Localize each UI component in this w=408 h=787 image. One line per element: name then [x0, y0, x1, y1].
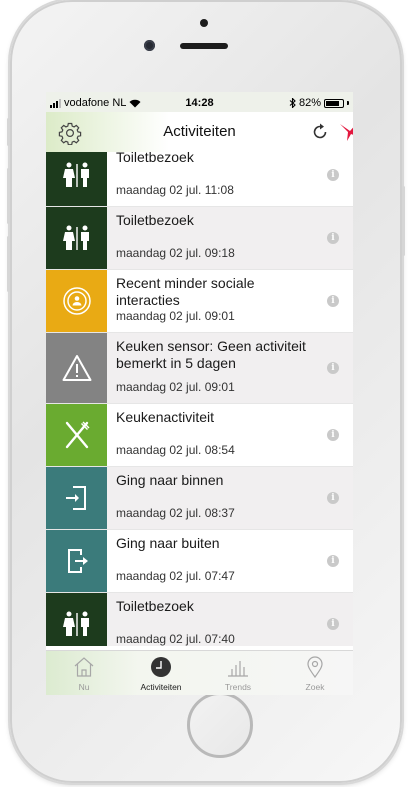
- tab-label: Zoek: [305, 682, 325, 692]
- activity-time: maandag 02 jul. 08:37: [116, 506, 235, 520]
- info-icon[interactable]: i: [327, 555, 339, 567]
- activity-icon-box: [46, 333, 107, 403]
- activity-row[interactable]: Toiletbezoek maandag 02 jul. 09:18 i: [46, 207, 353, 270]
- activity-row[interactable]: Ging naar binnen maandag 02 jul. 08:37 i: [46, 467, 353, 530]
- activity-time: maandag 02 jul. 08:54: [116, 443, 235, 457]
- toilet-icon: [62, 162, 89, 187]
- activity-time: maandag 02 jul. 09:01: [116, 309, 235, 323]
- status-bar: vodafone NL 14:28 82%: [46, 92, 353, 112]
- tab-label: Trends: [224, 682, 252, 692]
- clock-icon: [151, 657, 171, 677]
- app-screen: vodafone NL 14:28 82% Activiteiten Toile…: [46, 92, 353, 695]
- bluetooth-icon: [289, 98, 296, 108]
- activity-title: Toiletbezoek: [116, 152, 194, 165]
- activity-row[interactable]: Ging naar buiten maandag 02 jul. 07:47 i: [46, 530, 353, 593]
- activity-row[interactable]: Toiletbezoek maandag 02 jul. 11:08 i: [46, 152, 353, 207]
- tab-trends[interactable]: Trends: [200, 651, 276, 695]
- info-icon[interactable]: i: [327, 232, 339, 244]
- tab-label: Nu: [78, 682, 90, 692]
- toilet-icon: [62, 225, 89, 250]
- cutlery-icon: [65, 421, 89, 449]
- activity-icon-box: [46, 152, 107, 206]
- front-camera: [144, 40, 155, 51]
- info-icon[interactable]: i: [327, 618, 339, 630]
- activity-time: maandag 02 jul. 11:08: [116, 183, 234, 197]
- activity-row[interactable]: Keuken sensor: Geen activiteit bemerkt i…: [46, 333, 353, 404]
- page-title: Activiteiten: [163, 123, 236, 140]
- location-pin-icon: [307, 656, 323, 678]
- activity-icon-box: [46, 207, 107, 269]
- activity-title: Keukenactiviteit: [116, 409, 215, 425]
- tab-nu[interactable]: Nu: [46, 651, 122, 695]
- mute-switch: [7, 118, 10, 146]
- activity-icon-box: [46, 530, 107, 592]
- warning-icon: [62, 355, 91, 381]
- activity-list[interactable]: Toiletbezoek maandag 02 jul. 11:08 i Toi…: [46, 152, 353, 646]
- volume-down-button: [7, 236, 10, 292]
- activity-title: Toiletbezoek: [116, 212, 194, 228]
- activity-row[interactable]: Keukenactiviteit maandag 02 jul. 08:54 i: [46, 404, 353, 467]
- info-icon[interactable]: i: [327, 295, 339, 307]
- earpiece-speaker: [180, 43, 228, 49]
- battery-percent: 82%: [298, 97, 321, 109]
- tab-bar: Nu Activiteiten Trends Zoek: [46, 650, 353, 695]
- activity-title: Keuken sensor: Geen activiteit bemerkt i…: [116, 338, 306, 371]
- activity-title: Recent minder sociale interacties: [116, 275, 255, 308]
- info-icon[interactable]: i: [327, 362, 339, 374]
- bar-chart-icon: [228, 661, 248, 677]
- bird-logo-icon[interactable]: [338, 120, 353, 142]
- activity-row[interactable]: Recent minder sociale interacties maanda…: [46, 270, 353, 333]
- refresh-icon[interactable]: [310, 122, 330, 142]
- activity-icon-box: [46, 467, 107, 529]
- activity-title: Ging naar binnen: [116, 472, 224, 488]
- proximity-sensor: [200, 19, 208, 27]
- tab-activiteiten[interactable]: Activiteiten: [123, 651, 199, 695]
- exit-icon: [67, 549, 88, 573]
- power-button: [402, 186, 405, 256]
- activity-row[interactable]: Toiletbezoek maandag 02 jul. 07:40 i: [46, 593, 353, 646]
- enter-icon: [65, 486, 86, 510]
- social-icon: [62, 287, 91, 315]
- battery-tip: [347, 101, 349, 105]
- nav-bar: Activiteiten: [46, 112, 353, 152]
- activity-time: maandag 02 jul. 09:18: [116, 246, 235, 260]
- activity-icon-box: [46, 404, 107, 466]
- activity-icon-box: [46, 270, 107, 332]
- tab-zoek[interactable]: Zoek: [277, 651, 353, 695]
- battery-level: [326, 100, 339, 106]
- toilet-icon: [62, 611, 89, 636]
- tab-label: Activiteiten: [140, 682, 182, 692]
- info-icon[interactable]: i: [327, 492, 339, 504]
- activity-icon-box: [46, 593, 107, 646]
- activity-title: Ging naar buiten: [116, 535, 220, 551]
- info-icon[interactable]: i: [327, 429, 339, 441]
- battery-icon: [324, 98, 344, 108]
- info-icon[interactable]: i: [327, 169, 339, 181]
- activity-time: maandag 02 jul. 07:47: [116, 569, 235, 583]
- activity-title: Toiletbezoek: [116, 598, 194, 614]
- activity-time: maandag 02 jul. 07:40: [116, 632, 235, 646]
- activity-time: maandag 02 jul. 09:01: [116, 380, 235, 394]
- home-icon: [74, 657, 94, 677]
- volume-up-button: [7, 168, 10, 224]
- home-button[interactable]: [187, 692, 253, 758]
